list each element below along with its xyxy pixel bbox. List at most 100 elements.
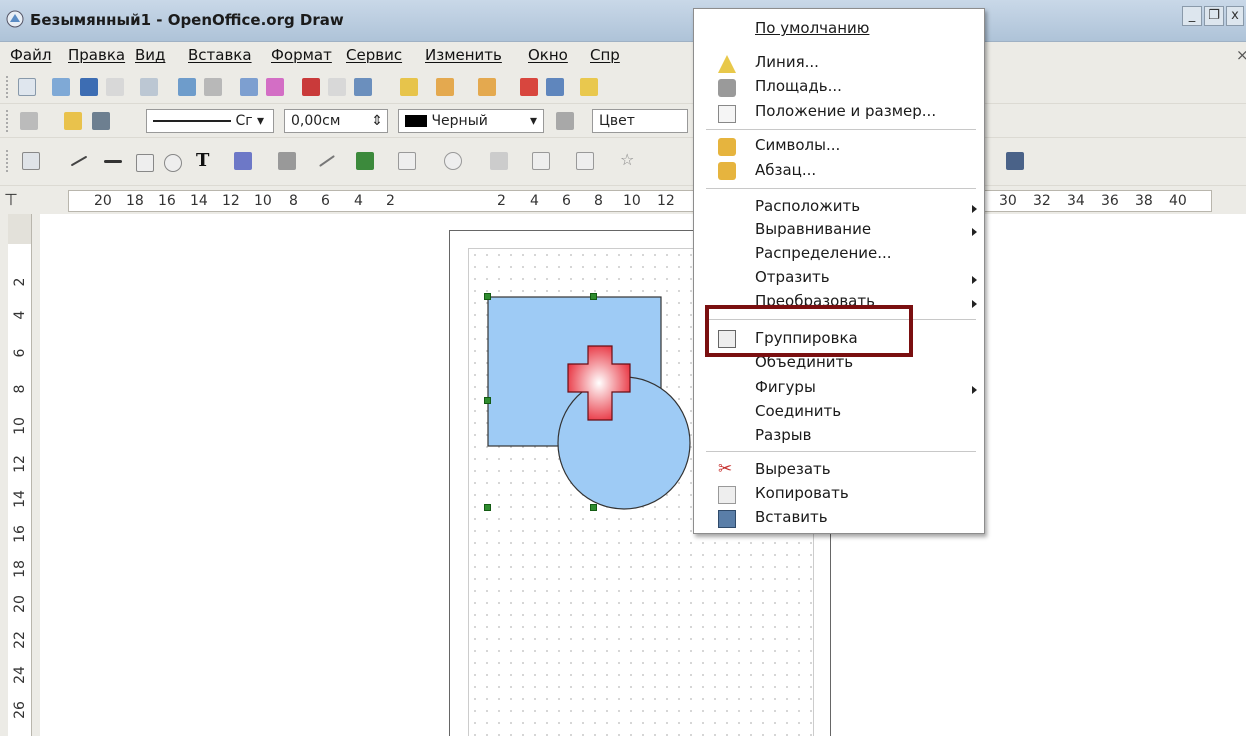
menu-help[interactable]: Спр <box>590 46 620 64</box>
symbol-shapes-icon[interactable] <box>444 152 462 170</box>
export-pdf-icon[interactable] <box>178 78 196 96</box>
selection-handle[interactable] <box>590 504 597 511</box>
maximize-button[interactable]: ❐ <box>1204 6 1224 26</box>
navigator-icon[interactable] <box>546 78 564 96</box>
format-paintbrush-icon[interactable] <box>400 78 418 96</box>
ruler-tick-label: 4 <box>354 193 363 209</box>
menu-item-characters[interactable]: Символы... <box>755 136 840 154</box>
selection-handle[interactable] <box>484 293 491 300</box>
tab-stop-icon[interactable]: ⊤ <box>4 190 18 209</box>
flowchart-icon[interactable] <box>532 152 550 170</box>
characters-icon <box>718 138 736 156</box>
line-tool-icon[interactable] <box>70 155 88 167</box>
menu-edit[interactable]: Правка <box>68 46 125 64</box>
toolbar-grip[interactable] <box>6 76 10 98</box>
line-fill-toolbar: Сг ▾ 0,00см ⇕ Черный ▾ Цвет <box>0 104 1246 138</box>
curve-tool-icon[interactable] <box>234 152 252 170</box>
menu-tools[interactable]: Сервис <box>346 46 402 64</box>
line-style-label: Сг <box>235 113 253 129</box>
area-style-select[interactable]: Цвет <box>592 109 688 133</box>
edit-file-icon[interactable] <box>140 78 158 96</box>
ruler-tick-label: 4 <box>530 193 539 209</box>
callouts-icon[interactable] <box>576 152 594 170</box>
undo-icon[interactable] <box>436 78 454 96</box>
menu-format[interactable]: Формат <box>271 46 332 64</box>
menu-item-shapes[interactable]: Фигуры <box>755 378 816 396</box>
menu-insert[interactable]: Вставка <box>188 46 252 64</box>
select-icon[interactable] <box>22 152 40 170</box>
menu-item-distribution[interactable]: Распределение... <box>755 244 892 262</box>
copy-toolbar-icon[interactable] <box>328 78 346 96</box>
redo-icon[interactable] <box>478 78 496 96</box>
ellipse-tool-icon[interactable] <box>164 154 182 172</box>
menu-item-connect[interactable]: Соединить <box>755 402 841 420</box>
selected-shapes[interactable] <box>480 290 700 520</box>
menu-item-break[interactable]: Разрыв <box>755 426 811 444</box>
3d-objects-icon[interactable] <box>356 152 374 170</box>
toolbar-grip[interactable] <box>6 150 10 172</box>
new-icon[interactable] <box>18 78 36 96</box>
line-width-spinner[interactable]: ⇕ <box>371 110 383 132</box>
selection-handle[interactable] <box>590 293 597 300</box>
menu-item-alignment[interactable]: Выравнивание <box>755 220 871 238</box>
save-icon[interactable] <box>80 78 98 96</box>
grid-icon[interactable] <box>20 112 38 130</box>
arrow-style-icon[interactable] <box>92 112 110 130</box>
menu-item-paste[interactable]: Вставить <box>755 508 828 526</box>
text-tool-icon[interactable]: T <box>196 150 209 171</box>
email-icon[interactable] <box>106 78 124 96</box>
menu-modify[interactable]: Изменить <box>425 46 502 64</box>
star-icon[interactable] <box>580 78 598 96</box>
basic-shapes-icon[interactable] <box>398 152 416 170</box>
ruler-tick-label: 2 <box>12 277 28 287</box>
toolbar-grip[interactable] <box>6 110 10 132</box>
menu-item-flip[interactable]: Отразить <box>755 268 830 286</box>
block-arrows-icon[interactable] <box>490 152 508 170</box>
submenu-arrow-icon <box>972 276 977 284</box>
open-icon[interactable] <box>52 78 70 96</box>
ruler-tick-label: 26 <box>12 701 28 719</box>
menu-file[interactable]: Файл <box>10 46 51 64</box>
extrusion-icon[interactable] <box>1006 152 1024 170</box>
chart-icon[interactable] <box>520 78 538 96</box>
line-style-icon[interactable] <box>64 112 82 130</box>
close-button[interactable]: x <box>1226 6 1244 26</box>
menu-item-arrange[interactable]: Расположить <box>755 197 860 215</box>
autospell-icon[interactable] <box>266 78 284 96</box>
menu-item-line[interactable]: Линия... <box>755 53 819 71</box>
paste-toolbar-icon[interactable] <box>354 78 372 96</box>
menu-item-paragraph[interactable]: Абзац... <box>755 161 816 179</box>
selection-handle[interactable] <box>484 504 491 511</box>
horizontal-ruler-scale: 20 18 16 14 12 10 8 6 4 2 2 4 6 8 10 12 … <box>68 190 1212 212</box>
line-icon <box>718 55 736 73</box>
spellcheck-icon[interactable] <box>240 78 258 96</box>
minimize-button[interactable]: _ <box>1182 6 1202 26</box>
connector-tool-icon[interactable] <box>278 152 296 170</box>
arrow-line-icon[interactable] <box>104 160 122 163</box>
area-style-icon[interactable] <box>556 112 574 130</box>
menu-item-cut[interactable]: Вырезать <box>755 460 831 478</box>
menu-item-area[interactable]: Площадь... <box>755 77 842 95</box>
ruler-tick-label: 32 <box>1033 193 1051 209</box>
line-width-field[interactable]: 0,00см ⇕ <box>284 109 388 133</box>
menu-window[interactable]: Окно <box>528 46 568 64</box>
lines-arrows-icon[interactable] <box>319 155 335 167</box>
menu-view[interactable]: Вид <box>135 46 165 64</box>
line-style-select[interactable]: Сг ▾ <box>146 109 274 133</box>
line-color-select[interactable]: Черный ▾ <box>398 109 544 133</box>
ruler-tick-label: 20 <box>94 193 112 209</box>
print-icon[interactable] <box>204 78 222 96</box>
circle-shape[interactable] <box>557 376 691 510</box>
ruler-tick-label: 18 <box>12 560 28 578</box>
stars-icon[interactable]: ☆ <box>620 152 638 170</box>
menu-item-position-size[interactable]: Положение и размер... <box>755 102 936 120</box>
close-document-icon[interactable]: × <box>1236 46 1246 64</box>
rectangle-tool-icon[interactable] <box>136 154 154 172</box>
menu-item-copy[interactable]: Копировать <box>755 484 849 502</box>
ruler-tick-label: 12 <box>222 193 240 209</box>
cut-toolbar-icon[interactable] <box>302 78 320 96</box>
area-icon <box>718 79 736 97</box>
position-size-icon <box>718 105 736 123</box>
selection-handle[interactable] <box>484 397 491 404</box>
menu-item-default[interactable]: По умолчанию <box>755 19 869 37</box>
